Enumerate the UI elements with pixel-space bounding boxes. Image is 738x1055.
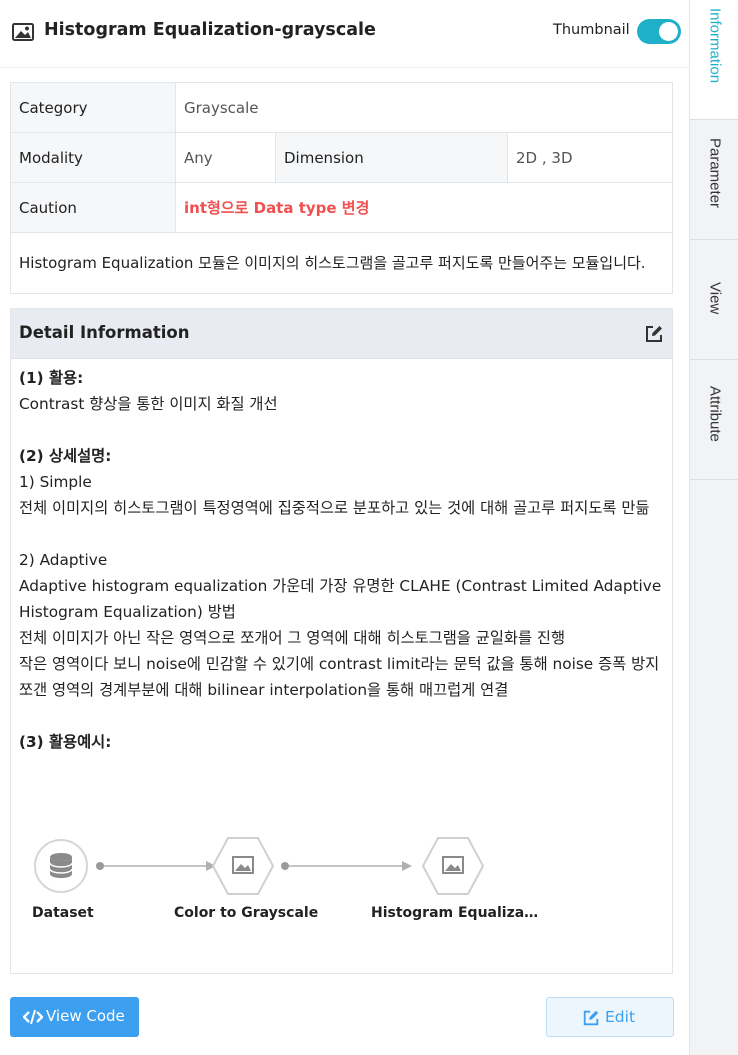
workflow-diagram (34, 837, 485, 895)
grayscale-node-icon (211, 837, 275, 895)
dimension-value: 2D , 3D (507, 132, 673, 183)
page-title: Histogram Equalization-grayscale (44, 20, 376, 40)
detail-text: 쪼갠 영역의 경계부분에 대해 bilinear interpolation을 … (19, 681, 509, 699)
thumbnail-label: Thumbnail (553, 22, 630, 38)
view-code-label: View Code (46, 1007, 125, 1025)
modality-value: Any (175, 132, 276, 183)
edit-label: Edit (605, 1008, 636, 1026)
database-icon (34, 839, 88, 893)
panel-header: Histogram Equalization-grayscale Thumbna… (0, 0, 689, 68)
module-description: Histogram Equalization 모듈은 이미지의 히스토그램을 골… (10, 232, 673, 294)
code-icon (23, 1009, 43, 1025)
table-row: Modality Any Dimension 2D , 3D (10, 132, 673, 183)
tab-label: View (706, 282, 724, 315)
detail-text: 전체 이미지가 아닌 작은 영역으로 쪼개어 그 영역에 대해 히스토그램을 균… (19, 629, 566, 647)
detail-text: 1) Simple (19, 473, 92, 491)
edit-button[interactable]: Edit (546, 997, 674, 1037)
node-label-grayscale: Color to Grayscale (174, 905, 319, 921)
caution-label: Caution (10, 182, 176, 233)
detail-title: Detail Information (19, 323, 190, 342)
detail-text: Contrast 향상을 통한 이미지 화질 개선 (19, 395, 278, 413)
node-label-dataset: Dataset (32, 905, 94, 921)
detail-text: 전체 이미지의 히스토그램이 특정영역에 집중적으로 분포하고 있는 것에 대해… (19, 499, 650, 517)
detail-text: 작은 영역이다 보니 noise에 민감할 수 있기에 contrast lim… (19, 655, 660, 673)
category-value: Grayscale (175, 82, 673, 133)
modality-label: Modality (10, 132, 176, 183)
table-row: Category Grayscale (10, 82, 673, 133)
tab-label: Information (706, 8, 724, 84)
tab-label: Attribute (706, 386, 724, 442)
tab-view[interactable]: View (690, 240, 738, 360)
histogram-node-icon (421, 837, 485, 895)
edit-icon (583, 1010, 599, 1026)
thumbnail-toggle[interactable] (637, 19, 681, 44)
node-label-histogram: Histogram Equaliza… (371, 905, 539, 921)
section-heading: (1) 활용: (19, 369, 84, 387)
view-code-button[interactable]: View Code (10, 997, 139, 1037)
tab-parameter[interactable]: Parameter (690, 120, 738, 240)
detail-header: Detail Information (11, 309, 672, 359)
tab-label: Parameter (706, 138, 724, 209)
detail-body: (1) 활용: Contrast 향상을 통한 이미지 화질 개선 (2) 상세… (11, 359, 672, 755)
edit-icon[interactable] (644, 324, 664, 344)
workflow-example: Dataset Color to Grayscale Histogram Equ… (10, 828, 670, 938)
information-panel: Histogram Equalization-grayscale Thumbna… (0, 0, 689, 1055)
category-label: Category (10, 82, 176, 133)
detail-text: Adaptive histogram equalization 가운데 가장 유… (19, 577, 662, 621)
dimension-label: Dimension (275, 132, 508, 183)
toggle-knob (659, 22, 678, 41)
tab-attribute[interactable]: Attribute (690, 360, 738, 480)
section-heading: (2) 상세설명: (19, 447, 112, 465)
image-icon (12, 23, 34, 41)
table-row: Histogram Equalization 모듈은 이미지의 히스토그램을 골… (10, 232, 673, 294)
side-tabs: Information Parameter View Attribute (689, 0, 738, 1055)
caution-value: int형으로 Data type 변경 (175, 182, 673, 233)
table-row: Caution int형으로 Data type 변경 (10, 182, 673, 233)
section-heading: (3) 활용예시: (19, 733, 112, 751)
info-table: Category Grayscale Modality Any Dimensio… (10, 82, 673, 294)
detail-text: 2) Adaptive (19, 551, 108, 569)
tab-information[interactable]: Information (690, 0, 738, 120)
